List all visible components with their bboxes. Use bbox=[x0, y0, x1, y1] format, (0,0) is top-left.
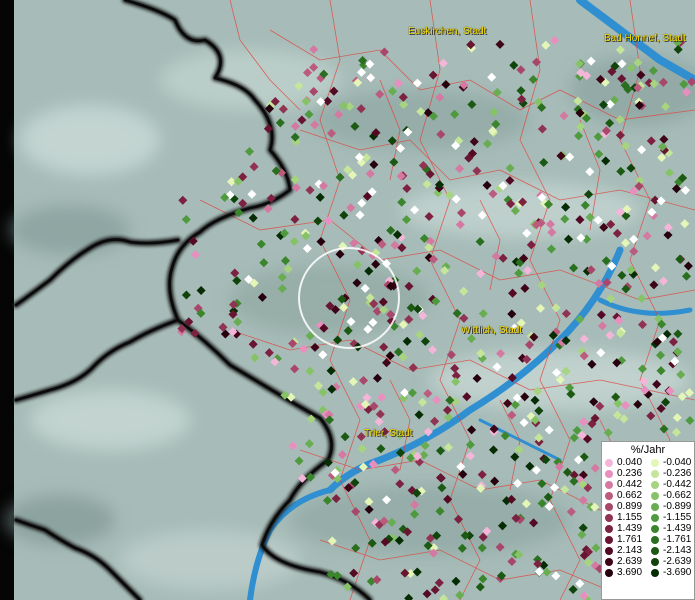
city-label-trier: Trier, Stadt bbox=[364, 428, 413, 439]
legend-value: -0.662 bbox=[663, 489, 692, 501]
legend-swatch bbox=[605, 502, 613, 511]
legend-swatch bbox=[651, 458, 659, 467]
legend-swatch bbox=[651, 491, 659, 500]
legend-entry: 0.899 bbox=[602, 501, 648, 512]
legend-swatch bbox=[605, 525, 613, 534]
legend-positive-column: 0.040 0.236 0.442 0.662 0.899 1.155 1.439 1.761… bbox=[602, 457, 648, 579]
legend-swatch bbox=[651, 502, 659, 511]
legend-title: %/Jahr bbox=[630, 444, 666, 456]
legend-entry: 2.639 bbox=[602, 557, 648, 568]
legend-entry: -2.143 bbox=[648, 546, 694, 557]
legend-value: -0.442 bbox=[663, 478, 692, 490]
city-label-euskirchen: Euskirchen, Stadt bbox=[408, 26, 487, 37]
legend-entry: 3.690 bbox=[602, 568, 648, 579]
legend-value: 0.040 bbox=[617, 456, 643, 468]
legend-entry: 1.439 bbox=[602, 524, 648, 535]
legend-swatch bbox=[651, 558, 659, 567]
legend-value: 1.155 bbox=[617, 512, 643, 524]
legend-value: -1.155 bbox=[663, 512, 692, 524]
legend-value: 0.899 bbox=[617, 500, 643, 512]
legend-entry: -0.442 bbox=[648, 479, 694, 490]
legend-value: -3.690 bbox=[663, 567, 692, 579]
legend-entry: -0.040 bbox=[648, 457, 694, 468]
legend-entry: 0.236 bbox=[602, 468, 648, 479]
legend-value: -2.143 bbox=[663, 545, 692, 557]
legend-entry: 2.143 bbox=[602, 546, 648, 557]
legend-value: -0.899 bbox=[663, 500, 692, 512]
legend-entry: -0.899 bbox=[648, 501, 694, 512]
legend-value: -1.761 bbox=[663, 534, 692, 546]
legend-value: -0.236 bbox=[663, 467, 692, 479]
legend-entry: -0.236 bbox=[648, 468, 694, 479]
legend-swatch bbox=[605, 514, 613, 523]
city-label-bad-honnef: Bad Honnef, Stadt bbox=[604, 33, 686, 44]
legend-value: 0.442 bbox=[617, 478, 643, 490]
legend: %/Jahr 0.040 0.236 0.442 0.662 0.899 1.155 1.4… bbox=[601, 441, 695, 600]
legend-swatch bbox=[651, 569, 659, 578]
map-view[interactable]: Euskirchen, Stadt Bad Honnef, Stadt Witt… bbox=[0, 0, 695, 600]
legend-value: -1.439 bbox=[663, 523, 692, 535]
legend-value: 3.690 bbox=[617, 567, 643, 579]
legend-entry: -3.690 bbox=[648, 568, 694, 579]
legend-swatch bbox=[651, 536, 659, 545]
legend-swatch bbox=[651, 547, 659, 556]
legend-entry: -1.439 bbox=[648, 524, 694, 535]
legend-value: 0.662 bbox=[617, 489, 643, 501]
legend-swatch bbox=[605, 458, 613, 467]
legend-negative-column: -0.040 -0.236 -0.442 -0.662 -0.899 -1.155 -1.4… bbox=[648, 457, 694, 579]
legend-swatch bbox=[651, 469, 659, 478]
legend-entry: 0.040 bbox=[602, 457, 648, 468]
legend-value: -2.639 bbox=[663, 556, 692, 568]
legend-entry: 1.155 bbox=[602, 512, 648, 523]
city-label-wittlich: Wittlich, Stadt bbox=[461, 325, 523, 336]
legend-entry: -1.761 bbox=[648, 535, 694, 546]
legend-value: 2.143 bbox=[617, 545, 643, 557]
legend-value: 1.761 bbox=[617, 534, 643, 546]
map-base bbox=[0, 0, 695, 600]
legend-value: 1.439 bbox=[617, 523, 643, 535]
legend-swatch bbox=[605, 547, 613, 556]
legend-entry: 0.442 bbox=[602, 479, 648, 490]
legend-entry: 0.662 bbox=[602, 490, 648, 501]
legend-swatch bbox=[605, 536, 613, 545]
legend-swatch bbox=[605, 469, 613, 478]
legend-swatch bbox=[651, 480, 659, 489]
legend-value: 2.639 bbox=[617, 556, 643, 568]
legend-value: 0.236 bbox=[617, 467, 643, 479]
legend-swatch bbox=[605, 569, 613, 578]
legend-swatch bbox=[651, 525, 659, 534]
legend-swatch bbox=[651, 514, 659, 523]
legend-swatch bbox=[605, 558, 613, 567]
legend-entry: 1.761 bbox=[602, 535, 648, 546]
legend-swatch bbox=[605, 491, 613, 500]
legend-value: -0.040 bbox=[663, 456, 692, 468]
legend-entry: -2.639 bbox=[648, 557, 694, 568]
legend-entry: -0.662 bbox=[648, 490, 694, 501]
legend-swatch bbox=[605, 480, 613, 489]
legend-entry: -1.155 bbox=[648, 512, 694, 523]
